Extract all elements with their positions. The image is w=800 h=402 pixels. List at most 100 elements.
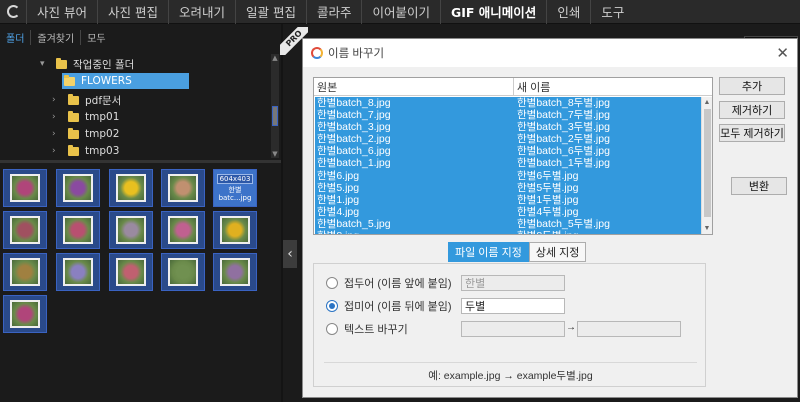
app-logo-icon[interactable] [0, 0, 26, 24]
table-row[interactable]: 한별batch_6.jpg 한별batch_6두별.jpg [315, 145, 702, 158]
original-name-cell: 한별batch_3.jpg [317, 121, 391, 134]
replace-option[interactable]: 텍스트 바꾸기 [326, 321, 408, 337]
thumbnail[interactable] [161, 169, 205, 207]
tab-favorites[interactable]: 즐겨찾기 [31, 29, 82, 45]
thumbnail[interactable] [109, 253, 153, 291]
thumbnail-resolution: 604x403 [216, 174, 254, 184]
example-text: 예: example.jpg → example두별.jpg [428, 370, 593, 382]
thumbnail[interactable] [161, 253, 205, 291]
tree-item-tmp03[interactable]: › tmp03 [52, 143, 119, 159]
new-name-cell: 한별batch_1두별.jpg [517, 157, 610, 170]
thumbnail[interactable] [161, 211, 205, 249]
new-name-cell: 한별batch_8두별.jpg [517, 97, 610, 109]
table-row[interactable]: 한별1.jpg 한별1두별.jpg [315, 193, 702, 206]
thumbnail[interactable] [56, 169, 100, 207]
table-row[interactable]: 한별batch_5.jpg 한별batch_5두별.jpg [315, 217, 702, 231]
remove-all-button[interactable]: 모두 제거하기 [719, 124, 785, 142]
thumbnail-image [10, 300, 40, 328]
tab-all[interactable]: 모두 [81, 30, 111, 45]
folder-icon [64, 74, 75, 86]
tab-folder[interactable]: 폴더 [0, 29, 32, 45]
tree-item-pdf[interactable]: › pdf문서 [52, 92, 121, 108]
table-row[interactable]: 한별batch_2.jpg 한별batch_2두별.jpg [315, 133, 702, 146]
scroll-down-icon[interactable]: ▼ [271, 150, 279, 158]
collapse-panel-button[interactable]: ‹ [283, 240, 297, 268]
menu-item[interactable]: 사진 편집 [96, 0, 168, 24]
remove-button[interactable]: 제거하기 [719, 101, 785, 119]
scrollbar-thumb[interactable] [704, 109, 711, 217]
new-name-cell: 한별batch_5두별.jpg [517, 217, 610, 230]
thumbnail[interactable] [213, 253, 257, 291]
tree-item-tmp02[interactable]: › tmp02 [52, 126, 119, 142]
menu-item[interactable]: 인쇄 [546, 0, 590, 24]
tree-item-label: tmp01 [85, 111, 120, 123]
scrollbar-thumb[interactable] [272, 106, 278, 126]
add-button[interactable]: 추가 [719, 77, 785, 95]
chevron-right-icon[interactable]: › [52, 129, 62, 139]
table-row[interactable]: 한별batch_1.jpg 한별batch_1두별.jpg [315, 157, 702, 170]
thumbnail[interactable] [109, 211, 153, 249]
menu-item[interactable]: 사진 뷰어 [26, 0, 97, 24]
column-header-original[interactable]: 원본 [314, 78, 514, 95]
tab-filename[interactable]: 파일 이름 지정 [448, 242, 529, 262]
menu-item[interactable]: 이어붙이기 [361, 0, 440, 24]
original-name-cell: 한별batch_6.jpg [317, 145, 391, 158]
prefix-option[interactable]: 접두어 (이름 앞에 붙임) [326, 275, 452, 291]
menu-item[interactable]: 콜라주 [305, 0, 362, 24]
thumbnail-name-line1: 한별 [228, 186, 242, 194]
replace-radio[interactable] [326, 323, 338, 335]
tree-item-working-folder[interactable]: ▾ 작업중인 폴더 [40, 56, 134, 72]
original-name-cell: 한별4.jpg [317, 205, 360, 218]
original-name-cell: 한별6.jpg [317, 169, 360, 182]
panel-divider[interactable] [281, 24, 283, 402]
table-row[interactable]: 한별6.jpg 한별6두별.jpg [315, 169, 702, 182]
prefix-radio[interactable] [326, 277, 338, 289]
tree-scrollbar[interactable]: ▲ ▼ [271, 54, 279, 158]
table-row[interactable]: 한별batch_3.jpg 한별batch_3두별.jpg [315, 121, 702, 134]
menu-item[interactable]: 오려내기 [167, 0, 235, 24]
scroll-up-icon[interactable]: ▲ [702, 97, 712, 108]
chevron-down-icon[interactable]: ▾ [40, 59, 50, 69]
chevron-right-icon[interactable]: › [52, 112, 62, 122]
chevron-right-icon[interactable]: › [52, 95, 62, 105]
new-name-cell: 한별1두별.jpg [517, 193, 579, 206]
tab-detail[interactable]: 상세 지정 [528, 242, 587, 262]
close-icon[interactable]: ✕ [776, 44, 789, 62]
thumbnail[interactable] [109, 169, 153, 207]
tree-item-tmp01[interactable]: › tmp01 [52, 109, 119, 125]
thumbnail[interactable] [3, 253, 47, 291]
tree-item-flowers[interactable]: FLOWERS [62, 73, 189, 89]
table-row[interactable]: 한별8.jpg한별8두별.jpg [315, 230, 702, 234]
menu-item[interactable]: 일괄 편집 [234, 0, 306, 24]
tree-item-label: FLOWERS [81, 75, 132, 87]
replace-from-input[interactable] [461, 321, 565, 337]
prefix-input[interactable]: 한별 [461, 275, 565, 291]
suffix-radio[interactable] [326, 300, 338, 312]
thumbnail[interactable] [3, 295, 47, 333]
table-row[interactable]: 한별batch_8.jpg 한별batch_8두별.jpg [315, 97, 702, 110]
chevron-right-icon[interactable]: › [52, 146, 62, 156]
menu-item[interactable]: GIF 애니메이션 [440, 0, 546, 24]
menu-item[interactable]: 도구 [590, 0, 634, 24]
table-row[interactable]: 한별4.jpg 한별4두별.jpg [315, 205, 702, 218]
suffix-input[interactable]: 두별 [461, 298, 565, 314]
table-row[interactable]: 한별5.jpg 한별5두별.jpg [315, 181, 702, 194]
replace-to-input[interactable] [577, 321, 681, 337]
thumbnail-image [168, 258, 198, 286]
thumbnail[interactable] [213, 211, 257, 249]
thumbnail[interactable] [3, 169, 47, 207]
thumbnail[interactable] [56, 211, 100, 249]
file-list-scrollbar[interactable]: ▲ ▼ [701, 97, 712, 234]
thumbnail[interactable] [56, 253, 100, 291]
scroll-up-icon[interactable]: ▲ [271, 54, 279, 62]
suffix-option[interactable]: 접미어 (이름 뒤에 붙임) [326, 298, 452, 314]
options-panel: 접두어 (이름 앞에 붙임) 한별 접미어 (이름 뒤에 붙임) 두별 텍스트 … [313, 263, 706, 387]
folder-icon [68, 127, 79, 139]
column-header-new-name[interactable]: 새 이름 [514, 78, 550, 95]
convert-button[interactable]: 변환 [731, 177, 787, 195]
new-name-cell: 한별8두별.jpg [515, 230, 702, 234]
thumbnail[interactable] [3, 211, 47, 249]
thumbnail-info[interactable]: 604x403 한별 batc...jpg [213, 169, 257, 207]
scroll-down-icon[interactable]: ▼ [702, 223, 712, 234]
table-row[interactable]: 한별batch_7.jpg 한별batch_7두별.jpg [315, 109, 702, 122]
